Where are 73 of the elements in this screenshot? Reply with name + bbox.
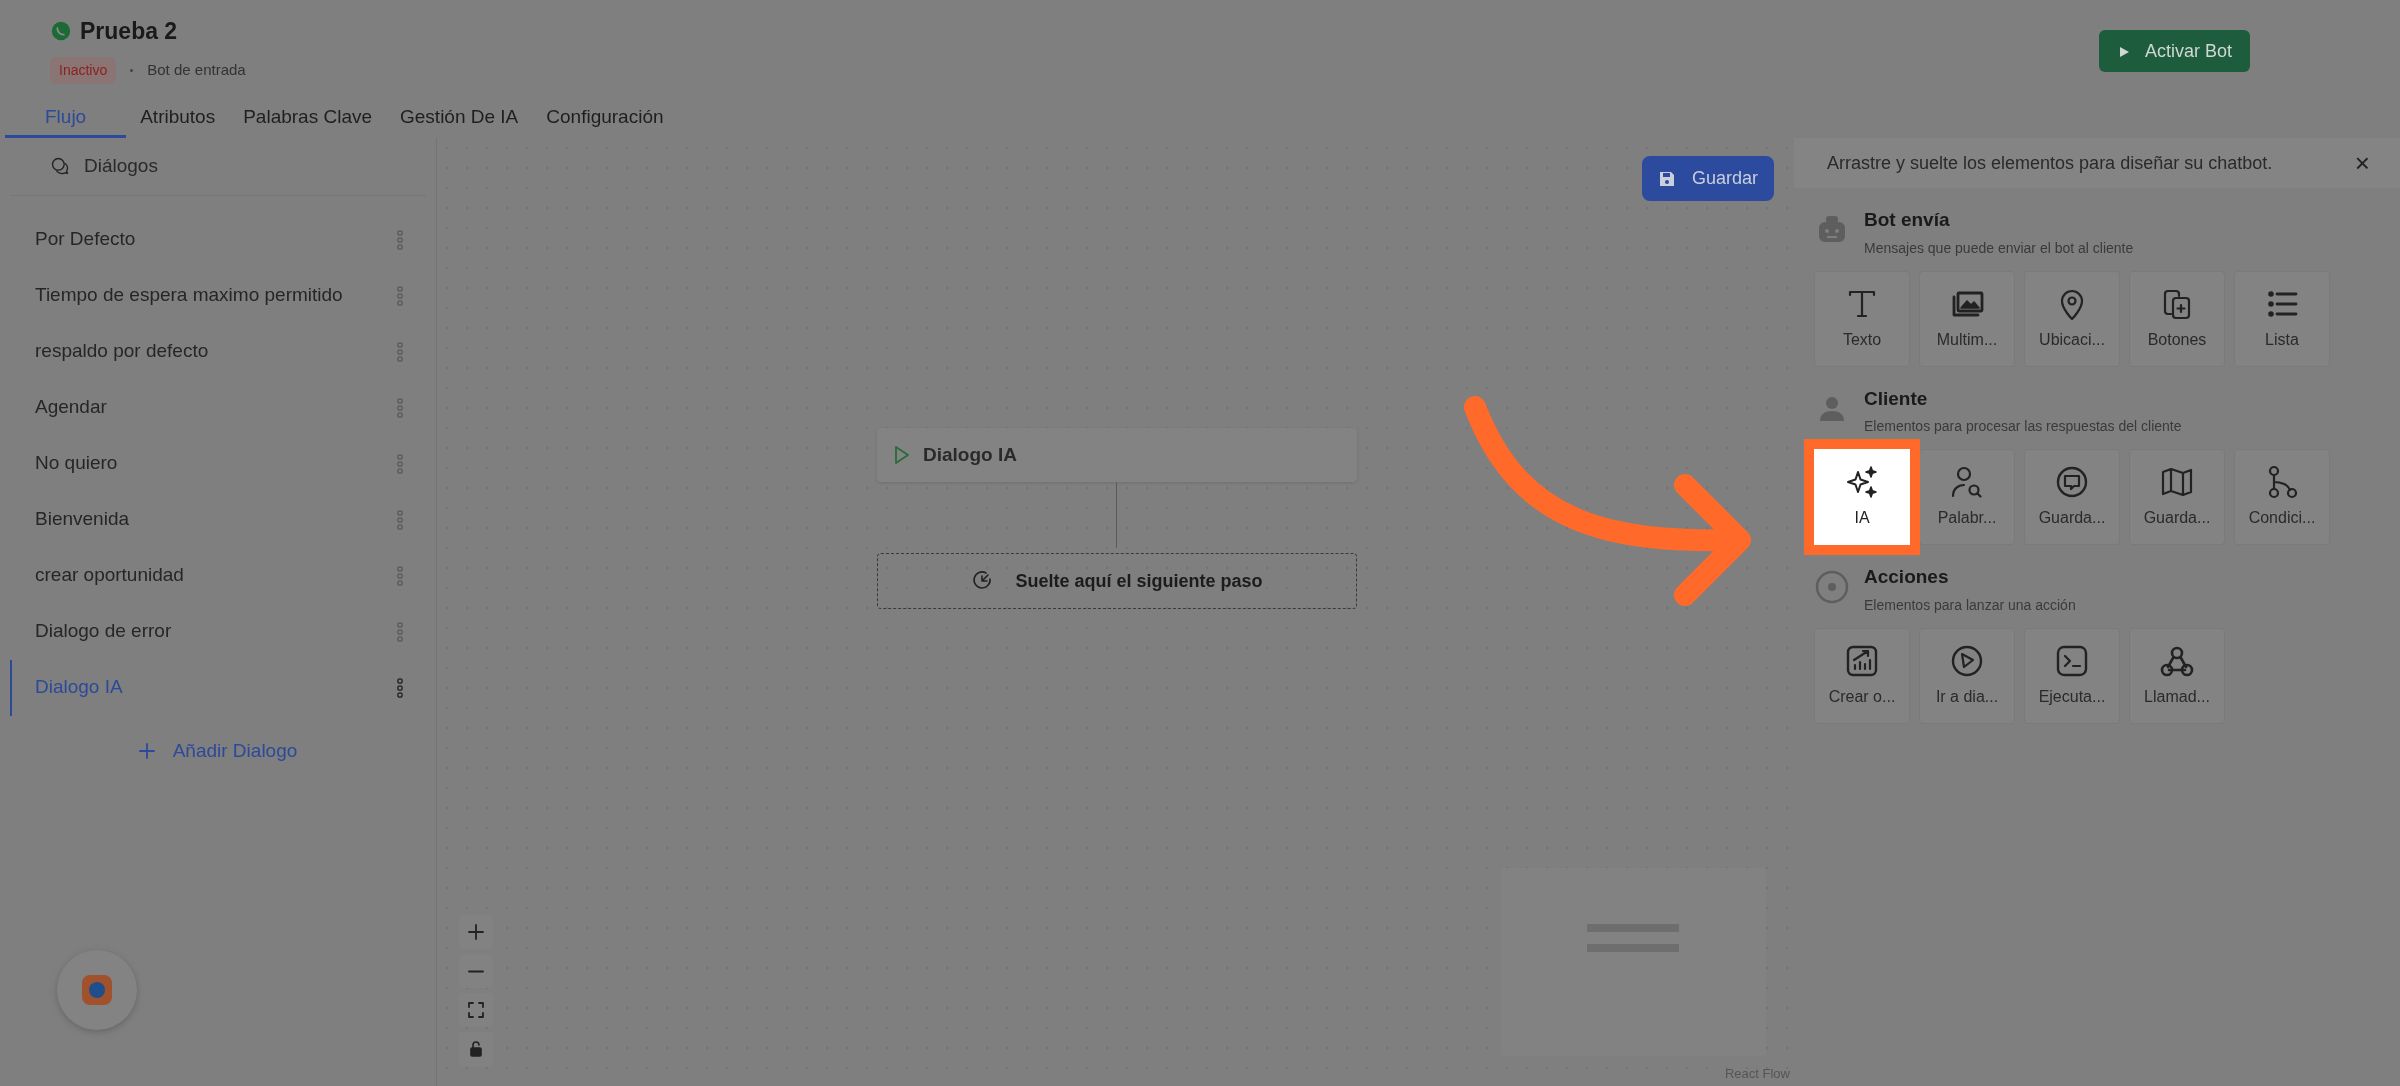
section-subtitle: Elementos para procesar las respuestas del cliente [1864,417,2182,436]
more-icon [396,676,404,699]
chat-launcher[interactable] [57,950,137,1030]
element-tile[interactable]: Condici... [2234,449,2330,545]
dialog-item[interactable]: respaldo por defecto [10,323,416,380]
status-tag: Inactivo [50,56,117,84]
sparkles-icon [1844,464,1880,500]
dialog-item[interactable]: Por Defecto [10,211,416,268]
tab[interactable]: Gestión De IA [386,100,533,138]
floppy-icon [1657,169,1676,188]
save-button[interactable]: Guardar [1641,156,1774,201]
sidebar-title: Diálogos [84,154,158,178]
zoom-out-icon [468,969,484,973]
section-title: Bot envía [1864,208,1951,232]
section-subtitle: Mensajes que puede enviar el bot al cliente [1864,238,2134,258]
zoom-in-icon [467,923,485,941]
element-tile[interactable]: Ir a dia... [1919,627,2015,724]
element-tile[interactable]: Ejecuta... [2024,627,2120,724]
chat-icon [50,20,72,43]
lock-icon [467,1040,485,1058]
plus-icon [138,742,155,759]
bot-title: Prueba 2 [80,17,178,46]
dialog-item[interactable]: No quiero [10,435,416,492]
element-tile[interactable]: Botones [2129,270,2225,367]
drop-icon [971,570,994,592]
element-tile[interactable]: Crear o... [1814,627,1910,724]
drop-zone[interactable]: Suelte aquí el siguiente paso [877,553,1357,609]
element-tile[interactable]: Texto [1814,270,1910,367]
logo-icon [80,973,114,1007]
close-button[interactable]: × [2344,150,2380,176]
element-tile[interactable]: Ubicaci... [2024,270,2120,367]
more-icon [396,452,404,475]
element-tile[interactable]: Multim... [1919,270,2015,367]
element-tile[interactable]: Llamad... [2129,627,2225,724]
dialog-item[interactable]: Agendar [10,379,416,436]
fit-view-icon [467,1001,485,1019]
chat-circle-icon [2054,464,2090,500]
palette-hint: Arrastre y suelte los elementos para diseñar su chatbot. [1827,151,2273,175]
dialog-item[interactable]: Dialogo IA [10,659,416,716]
more-icon [396,620,404,643]
node-title: Dialogo IA [923,442,1017,467]
more-icon [396,284,404,307]
section-title: Acciones [1864,565,1950,589]
dialog-item[interactable]: Tiempo de espera maximo permitido [10,267,416,324]
flow-node[interactable]: Dialogo IA [877,428,1357,482]
tab[interactable]: Palabras Clave [229,100,386,138]
user-search-icon [1949,464,1985,500]
dialog-item[interactable]: Bienvenida [10,491,416,548]
activate-button[interactable]: Activar Bot [2098,30,2250,72]
dialog-item[interactable]: Dialogo de error [10,603,416,660]
play-icon [893,445,911,465]
drop-zone-label: Suelte aquí el siguiente paso [1015,569,1263,593]
target-icon [1814,569,1850,605]
element-tile[interactable]: Guarda... [2129,449,2225,545]
tab[interactable]: Atributos [126,100,230,138]
section-subtitle: Elementos para lanzar una acción [1864,595,2076,615]
more-icon [396,228,404,251]
element-tile[interactable]: IA [1804,439,1920,555]
tab[interactable]: Configuración [532,100,678,138]
dialog-item[interactable]: crear oportunidad [10,547,416,604]
chat-bubbles-icon [50,156,70,177]
element-tile[interactable]: Palabr... [1919,449,2015,545]
bot-type: Bot de entrada [147,59,246,80]
more-icon [396,340,404,363]
more-icon [396,564,404,587]
section-title: Cliente [1864,386,1929,411]
add-dialog-button[interactable]: Añadir Dialogo [132,735,304,766]
element-tile[interactable]: Guarda... [2024,449,2120,545]
element-tile[interactable]: Lista [2234,270,2330,367]
tab[interactable]: Flujo [5,100,127,138]
more-icon [396,396,404,419]
more-icon [396,508,404,531]
separator-dot [130,68,134,72]
